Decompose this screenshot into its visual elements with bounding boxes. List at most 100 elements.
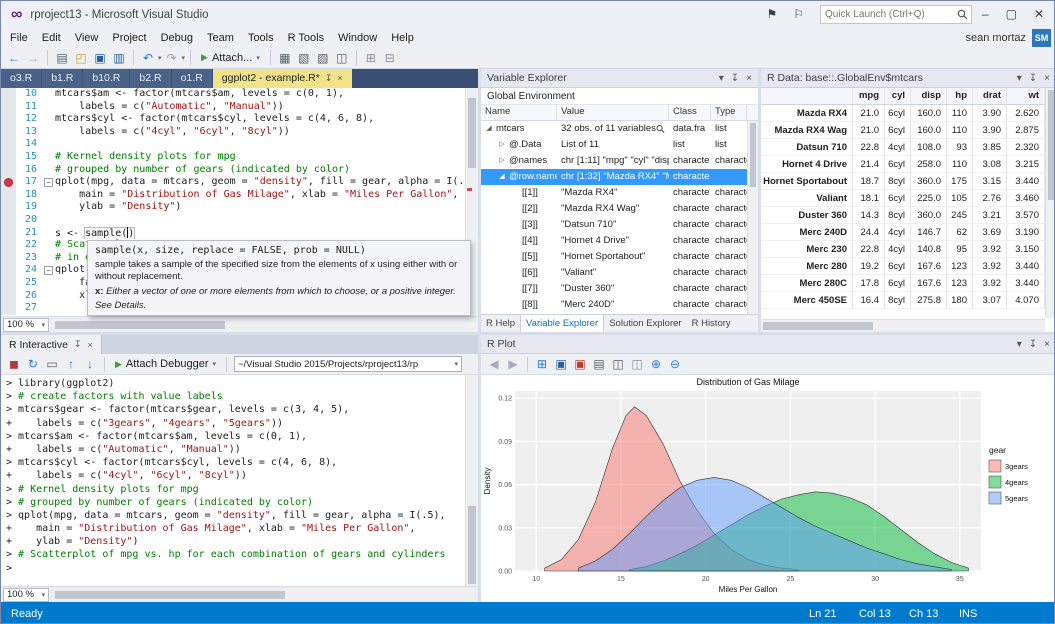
menu-r-tools[interactable]: R Tools [281, 29, 331, 47]
console-horizontal-scrollbar[interactable] [53, 589, 474, 601]
close-button[interactable]: ✕ [1034, 7, 1044, 21]
tab-r-history[interactable]: R History [687, 315, 736, 332]
breakpoint-margin[interactable] [1, 138, 16, 151]
history-next-icon[interactable]: ↓ [81, 355, 99, 373]
expand-toggle-icon[interactable]: ▷ [497, 137, 507, 153]
expand-toggle-icon[interactable]: ▷ [497, 153, 507, 169]
editor-line[interactable]: 16# grouped by number of gears (indicate… [1, 164, 465, 177]
editor-line[interactable]: 10mtcars$am <- factor(mtcars$am, levels … [1, 88, 465, 101]
breakpoint-margin[interactable] [1, 239, 16, 252]
scrollbar-thumb[interactable] [468, 506, 476, 584]
table-row[interactable]: Mazda RX4 Wag21.06cyl160.01103.902.875 [761, 122, 1045, 139]
document-tab[interactable]: o1.R [172, 69, 212, 88]
editor-line[interactable]: 20 [1, 214, 465, 227]
attach-debugger-button[interactable]: ▶Attach Debugger▾ [110, 358, 221, 370]
menu-project[interactable]: Project [105, 29, 153, 47]
variable-scope-select[interactable]: Global Environment [481, 88, 758, 105]
tab-variable-explorer[interactable]: Variable Explorer [520, 315, 604, 332]
menu-debug[interactable]: Debug [154, 29, 200, 47]
r-data-horizontal-scrollbar[interactable] [761, 319, 1045, 332]
tab-solution-explorer[interactable]: Solution Explorer [604, 315, 686, 332]
variable-row[interactable]: [[8]]"Merc 240D"charactecharacte [481, 297, 747, 313]
navigate-backward-icon[interactable]: ← [5, 49, 23, 67]
editor-zoom-select[interactable]: 100 %▾ [3, 318, 49, 332]
scrollbar-thumb[interactable] [1048, 90, 1054, 200]
send-feedback-icon[interactable]: ⚐ [793, 7, 804, 21]
feedback-icon[interactable]: ⚑ [766, 7, 777, 21]
column-header-disp[interactable]: disp [911, 88, 947, 104]
scrollbar-thumb[interactable] [55, 591, 285, 599]
column-header-class[interactable]: Class [669, 105, 711, 120]
variable-grid-scrollbar[interactable] [747, 121, 758, 314]
breakpoint-margin[interactable] [1, 302, 16, 315]
variable-row[interactable]: [[6]]"Valiant"charactecharacte [481, 265, 747, 281]
save-plot-image-icon[interactable]: ▣ [552, 355, 570, 373]
column-header-type[interactable]: Type [711, 105, 747, 120]
menu-edit[interactable]: Edit [35, 29, 68, 47]
user-name[interactable]: sean mortaz [965, 32, 1026, 44]
table-row[interactable]: Datsun 71022.84cyl108.0933.852.320 [761, 139, 1045, 156]
pin-icon[interactable]: ↧ [1029, 339, 1037, 350]
column-header-value[interactable]: Value [557, 105, 669, 120]
variable-row[interactable]: ▷@.DataList of 11listlist [481, 137, 747, 153]
r-data-vertical-scrollbar[interactable] [1045, 88, 1055, 318]
table-row[interactable]: Merc 23022.84cyl140.8953.923.150 [761, 241, 1045, 258]
r-console[interactable]: > library(ggplot2)> # create factors wit… [1, 375, 465, 586]
breakpoint-margin[interactable] [1, 290, 16, 303]
console-vertical-scrollbar[interactable] [465, 375, 478, 586]
editor-line[interactable]: 12mtcars$cyl <- factor(mtcars$cyl, level… [1, 113, 465, 126]
variable-row[interactable]: ▷@nameschr [1:11] "mpg" "cyl" "disp"char… [481, 153, 747, 169]
pin-icon[interactable]: ↧ [325, 69, 333, 88]
breakpoint-margin[interactable] [1, 164, 16, 177]
menu-view[interactable]: View [68, 29, 106, 47]
breakpoint-margin[interactable] [1, 201, 16, 214]
variable-row[interactable]: [[1]]"Mazda RX4"charactecharacte [481, 185, 747, 201]
breakpoint-margin[interactable] [1, 227, 16, 240]
breakpoint-margin[interactable] [1, 264, 16, 277]
menu-help[interactable]: Help [384, 29, 421, 47]
console-zoom-select[interactable]: 100 %▾ [3, 588, 49, 602]
variable-row[interactable]: [[2]]"Mazda RX4 Wag"charactecharacte [481, 201, 747, 217]
chevron-down-icon[interactable]: ▾ [158, 54, 162, 62]
variable-row[interactable]: [[3]]"Datsun 710"charactecharacte [481, 217, 747, 233]
solution-explorer-icon[interactable]: ⊞ [362, 49, 380, 67]
plot-history-back-icon[interactable]: ◀ [485, 355, 503, 373]
table-row[interactable]: Duster 36014.38cyl360.02453.213.570 [761, 207, 1045, 224]
open-file-icon[interactable]: ◰ [72, 49, 90, 67]
breakpoint-margin[interactable] [1, 88, 16, 101]
breakpoint-margin[interactable] [1, 151, 16, 164]
reset-session-icon[interactable]: ↻ [24, 355, 42, 373]
r-plot-window-icon[interactable]: ▨ [314, 49, 332, 67]
save-icon[interactable]: ▣ [91, 49, 109, 67]
column-header-name[interactable]: Name [481, 105, 557, 120]
breakpoint-margin[interactable] [1, 113, 16, 126]
close-icon[interactable]: × [88, 340, 93, 350]
variable-row[interactable]: [[4]]"Hornet 4 Drive"charactecharacte [481, 233, 747, 249]
breakpoint-margin[interactable] [1, 214, 16, 227]
fold-collapse-icon[interactable]: − [44, 178, 53, 187]
scrollbar-thumb[interactable] [750, 123, 756, 187]
breakpoint-margin[interactable] [1, 277, 16, 290]
editor-line[interactable]: 17−qplot(mpg, data = mtcars, geom = "den… [1, 176, 465, 189]
breakpoint-indicator[interactable] [4, 178, 13, 187]
chevron-down-icon[interactable]: ▾ [1017, 339, 1022, 350]
working-directory-select[interactable]: ~/Visual Studio 2015/Projects/rproject13… [234, 356, 462, 372]
column-header-wt[interactable]: wt [1007, 88, 1045, 104]
chevron-down-icon[interactable]: ▾ [1017, 73, 1022, 84]
document-tab[interactable]: b10.R [83, 69, 129, 88]
close-icon[interactable]: × [1044, 73, 1050, 84]
r-interactive-window-icon[interactable]: ▦ [276, 49, 294, 67]
scrollbar-thumb[interactable] [468, 98, 476, 168]
r-data-header[interactable]: R Data: base::.GlobalEnv$mtcars ▾↧× [761, 69, 1055, 88]
breakpoint-margin[interactable] [1, 189, 16, 202]
close-icon[interactable]: × [337, 69, 342, 88]
editor-horizontal-scrollbar[interactable] [53, 319, 474, 331]
collapse-toggle-icon[interactable]: ◢ [497, 169, 507, 185]
variable-row[interactable]: [[7]]"Duster 360"charactecharacte [481, 281, 747, 297]
variable-row[interactable]: [[5]]"Hornet Sportabout"charactecharacte [481, 249, 747, 265]
copy-plot-metafile-icon[interactable]: ◫ [628, 355, 646, 373]
menu-window[interactable]: Window [331, 29, 384, 47]
history-previous-icon[interactable]: ↑ [62, 355, 80, 373]
breakpoint-margin[interactable] [1, 126, 16, 139]
scrollbar-thumb[interactable] [763, 322, 873, 330]
